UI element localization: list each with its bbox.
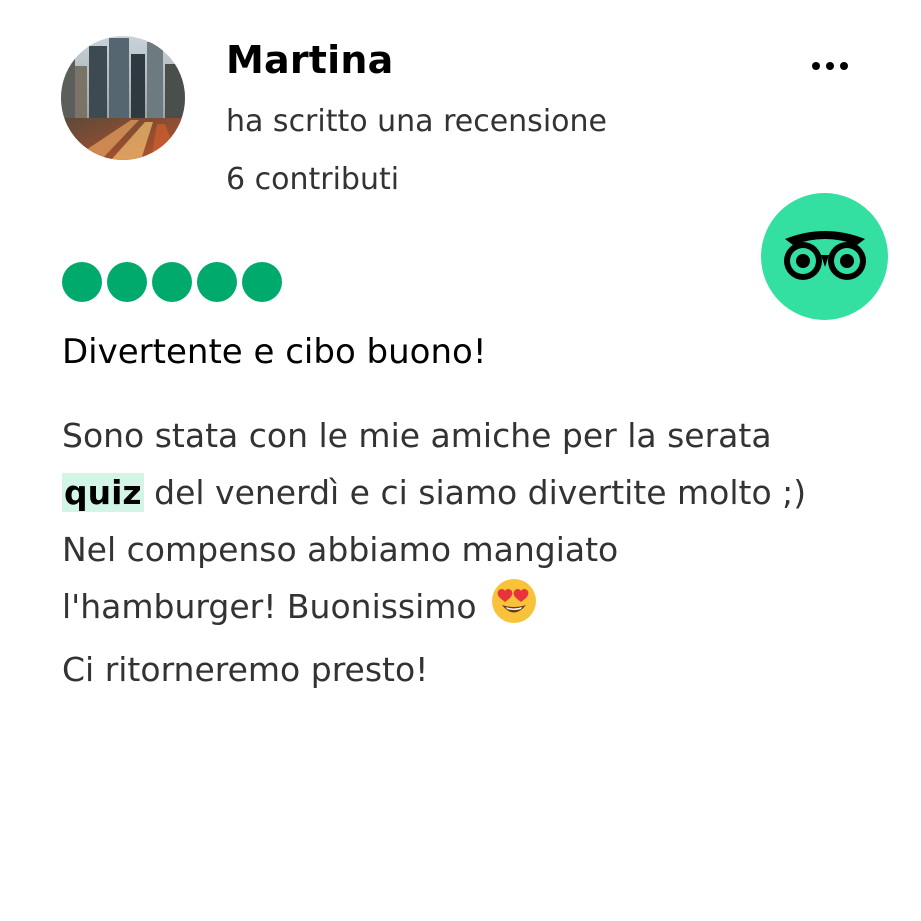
review-body-text: del venerdì e ci siamo divertite molto ;… <box>143 473 807 512</box>
rating-bubbles <box>62 262 282 302</box>
more-dots-icon <box>812 62 820 70</box>
avatar[interactable] <box>61 36 185 160</box>
review-body-line: Sono stata con le mie amiche per la sera… <box>62 416 772 455</box>
review-action-text: ha scritto una recensione <box>226 104 607 139</box>
review-body-text: l'hamburger! Buonissimo <box>62 587 488 626</box>
tripadvisor-logo <box>761 193 888 320</box>
highlighted-keyword[interactable]: quiz <box>62 473 144 512</box>
contributions-count[interactable]: 6 contributi <box>226 162 399 197</box>
review-body-line: l'hamburger! Buonissimo <box>62 578 882 641</box>
review-body-line: Nel compenso abbiamo mangiato <box>62 530 619 569</box>
heart-eyes-emoji-icon <box>491 578 537 641</box>
review-body-line: Ci ritorneremo presto! <box>62 650 429 689</box>
rating-bubble-filled <box>107 262 147 302</box>
rating-bubble-filled <box>242 262 282 302</box>
review-title[interactable]: Divertente e cibo buono! <box>62 332 486 372</box>
user-name[interactable]: Martina <box>226 38 393 82</box>
avatar-city-image <box>61 36 185 160</box>
tripadvisor-owl-icon <box>783 230 866 280</box>
more-dots-icon-dot <box>826 62 834 70</box>
rating-bubble-filled <box>197 262 237 302</box>
review-body: Sono stata con le mie amiche per la sera… <box>62 407 882 698</box>
more-options-button[interactable] <box>800 52 860 80</box>
rating-bubble-filled <box>62 262 102 302</box>
more-dots-icon-dot <box>840 62 848 70</box>
review-body-line: quiz del venerdì e ci siamo divertite mo… <box>62 464 882 521</box>
rating-bubble-filled <box>152 262 192 302</box>
review-card: Martina ha scritto una recensione 6 cont… <box>0 0 921 921</box>
